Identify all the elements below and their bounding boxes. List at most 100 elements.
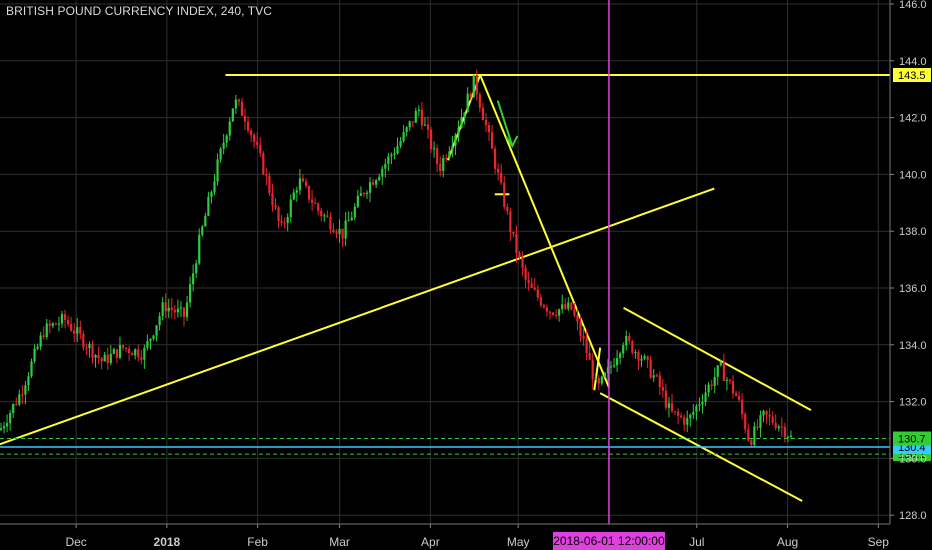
candle-body [555,314,558,316]
candle-body [204,215,207,227]
candle-body [146,340,149,348]
candle-body [250,130,253,135]
candle-body [295,190,298,193]
candle-body [121,345,125,348]
candle-body [454,135,457,146]
candle-body [390,154,393,157]
candle-body [768,414,771,417]
candle-body [551,312,555,315]
candle-body [259,144,262,153]
candle-body [381,168,384,177]
y-tick-label: 136.0 [899,283,927,295]
candle-body [667,403,671,408]
y-tick-label: 134.0 [899,340,927,352]
candle-body [164,302,167,312]
candle-body [289,199,292,218]
candle-body [780,426,783,428]
candle-body [2,426,6,429]
candle-body [124,347,128,349]
candle-body [741,399,744,415]
candle-body [701,401,704,405]
candle-body [76,327,79,334]
candle-body [286,217,289,224]
candle-body [359,193,362,196]
x-tick-label: 2018 [154,535,181,549]
candle-body [21,394,24,396]
candle-body [27,376,30,386]
candle-body [271,192,274,206]
candle-body [320,210,323,217]
y-tick-label: 142.0 [899,113,927,125]
grid-layer [0,0,890,524]
candle-body [548,311,552,313]
candle-body [213,181,216,193]
candle-body [170,307,173,310]
candle-body [707,384,710,393]
candle-body [341,228,344,239]
candle-body [603,372,606,377]
candle-body [585,338,588,354]
candle-body [664,390,667,408]
candle-body [774,422,777,429]
candle-body [509,211,512,232]
candle-body [189,284,192,303]
y-tick-label: 146.0 [899,0,927,11]
candle-body [652,375,655,378]
candle-body [42,335,45,338]
candle-body [384,163,387,169]
candle-body [216,159,219,182]
candle-body [487,125,491,133]
candle-body [155,325,158,336]
candle-body [457,127,460,136]
candle-body [759,415,762,428]
candle-body [698,404,701,406]
candle-body [405,127,408,132]
candle-body [725,379,728,381]
candle-body [704,392,707,402]
candle-body [460,117,463,128]
candle-body [399,141,402,147]
candle-body [692,412,695,415]
candle-body [631,340,634,353]
candle-body [368,182,372,193]
candle-body [314,202,317,204]
candle-body [97,355,100,359]
chart-canvas[interactable]: 2018-06-01 12:00:00143.5130.1130.4130.7 … [0,0,932,550]
candle-body [85,347,88,349]
y-tick-label: 130.0 [899,453,927,465]
candle-body [689,414,692,419]
x-tick-label: Sep [868,535,890,549]
candle-body [765,410,768,415]
candle-body [365,192,369,194]
candle-body [777,426,780,429]
candle-body [344,220,347,239]
candle-body [634,352,637,354]
candle-body [408,121,411,128]
candle-body [70,324,73,331]
y-tick-label: 138.0 [899,226,927,238]
candle-body [658,375,661,388]
candle-body [63,314,67,321]
candle-body [506,206,509,212]
candle-body [100,358,103,362]
candle-body [420,109,423,126]
candle-body [228,121,231,136]
candle-body [277,207,280,222]
x-tick-label: Apr [421,535,440,549]
candle-body [167,307,170,312]
candle-body [24,385,27,395]
candle-body [268,175,271,193]
candle-body [350,217,353,221]
candle-body [347,220,350,222]
x-tick-label: May [507,535,530,549]
candle-body [744,414,747,430]
candle-body [734,393,738,396]
candle-body [719,361,722,366]
candle-body [466,93,469,113]
candle-body [423,124,427,126]
candle-body [433,148,436,150]
candle-body [237,99,240,102]
candle-body [591,359,594,380]
candle-body [311,199,314,203]
candle-body [612,365,616,367]
